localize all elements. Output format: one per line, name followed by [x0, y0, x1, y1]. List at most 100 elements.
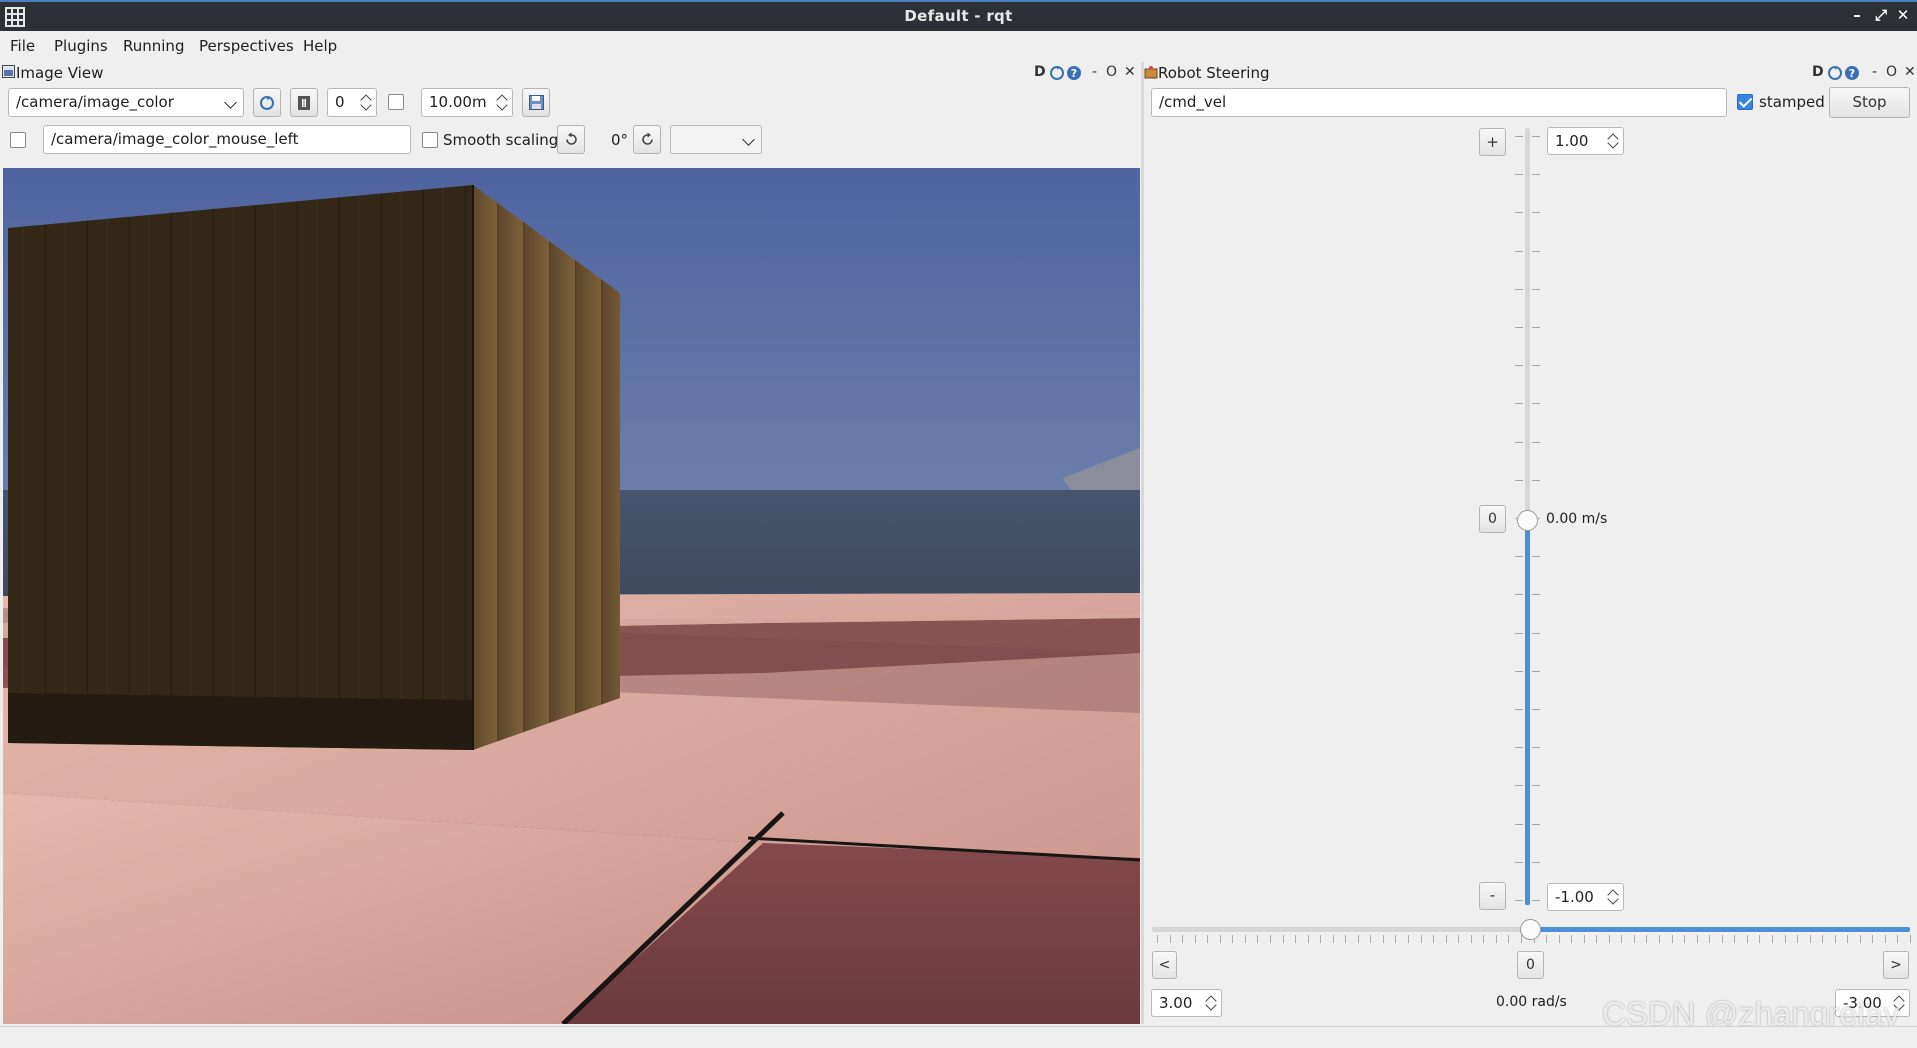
robot-steering-dock-label[interactable]: D	[1812, 64, 1824, 80]
slider-tick	[1532, 900, 1540, 901]
save-image-button[interactable]	[522, 88, 550, 117]
help-icon[interactable]: ?	[1844, 65, 1860, 81]
smooth-scaling-checkbox[interactable]	[422, 132, 438, 148]
slider-tick	[1515, 479, 1523, 481]
slider-tick	[1532, 747, 1540, 749]
minimize-pane-icon[interactable]: -	[1092, 64, 1097, 80]
reload-plugin-icon[interactable]	[1049, 65, 1065, 81]
turn-left-button[interactable]: <	[1152, 951, 1177, 979]
slider-tick	[1470, 935, 1472, 943]
image-view-dock-label[interactable]: D	[1034, 64, 1046, 80]
close-icon[interactable]: ✕	[1894, 6, 1912, 24]
slider-tick	[1495, 935, 1497, 943]
slider-tick	[1515, 632, 1523, 634]
slider-tick	[1633, 935, 1635, 943]
angular-velocity-slider-fill	[1531, 927, 1910, 932]
slider-tick	[1408, 935, 1409, 943]
window-titlebar: Default - rqt – ⤢ ✕	[0, 0, 1917, 31]
rotate-right-icon	[642, 132, 653, 145]
slider-tick	[1571, 935, 1573, 943]
slider-tick	[1194, 935, 1196, 943]
pane-splitter[interactable]	[1141, 62, 1144, 1024]
slider-tick	[1859, 935, 1861, 943]
slider-tick	[1395, 935, 1397, 943]
slider-tick	[1646, 935, 1648, 943]
publish-mouse-checkbox[interactable]	[10, 132, 26, 148]
max-range-field[interactable]: 10.00m	[421, 88, 513, 117]
stamped-checkbox[interactable]	[1737, 94, 1753, 110]
slider-tick	[1621, 935, 1623, 943]
min-linear-field[interactable]: -1.00	[1547, 883, 1624, 911]
slider-tick	[1532, 212, 1540, 214]
close-pane-icon[interactable]: ✕	[1904, 64, 1916, 80]
menu-running[interactable]: Running	[123, 37, 184, 55]
slider-tick	[1608, 935, 1610, 943]
slider-tick	[1515, 785, 1523, 787]
menu-help[interactable]: Help	[303, 37, 337, 55]
slider-tick	[1532, 441, 1540, 443]
slider-tick	[1696, 935, 1698, 943]
slider-tick	[1483, 935, 1485, 943]
cmd-vel-topic-field[interactable]: /cmd_vel	[1151, 88, 1727, 117]
pause-icon	[298, 96, 310, 110]
slider-tick	[1596, 935, 1598, 943]
increase-linear-button[interactable]: +	[1479, 128, 1506, 156]
mouse-topic-field[interactable]: /camera/image_color_mouse_left	[43, 125, 411, 154]
image-view-titlebar: Image View D ? - O ✕	[0, 61, 1140, 85]
stop-button[interactable]: Stop	[1829, 87, 1910, 118]
angular-velocity-readout: 0.00 rad/s	[1496, 994, 1567, 1010]
save-icon	[529, 95, 544, 110]
slider-tick	[1872, 935, 1874, 943]
float-pane-icon[interactable]: O	[1886, 64, 1897, 80]
help-icon[interactable]: ?	[1066, 65, 1082, 81]
robot-steering-plugin-icon	[1144, 66, 1158, 79]
color-scheme-combo[interactable]	[670, 125, 762, 154]
menubar: File Plugins Running Perspectives Help	[0, 31, 1917, 61]
slider-tick	[1370, 935, 1372, 943]
smooth-scaling-label: Smooth scaling	[443, 131, 559, 149]
spin-value: 0	[335, 93, 345, 111]
minimize-pane-icon[interactable]: -	[1872, 64, 1877, 80]
slider-tick	[1546, 935, 1548, 943]
reset-angular-button[interactable]: 0	[1517, 951, 1544, 979]
menu-plugins[interactable]: Plugins	[54, 37, 108, 55]
pause-toggle-button[interactable]	[290, 88, 318, 117]
slider-tick	[1771, 935, 1773, 943]
slider-tick	[1532, 288, 1540, 290]
slider-tick	[1295, 935, 1297, 943]
menu-perspectives[interactable]: Perspectives	[199, 37, 294, 55]
reload-plugin-icon[interactable]	[1827, 65, 1843, 81]
dynamic-range-checkbox[interactable]	[388, 94, 404, 110]
slider-tick	[1445, 935, 1447, 943]
restore-icon[interactable]: ⤢	[1872, 6, 1890, 24]
close-pane-icon[interactable]: ✕	[1124, 64, 1136, 80]
float-pane-icon[interactable]: O	[1106, 64, 1117, 80]
max-angular-field[interactable]: 3.00	[1151, 989, 1222, 1017]
rotate-left-button[interactable]	[557, 125, 585, 154]
slider-tick	[1382, 935, 1384, 943]
refresh-topics-button[interactable]	[253, 88, 281, 117]
slider-tick	[1532, 632, 1540, 634]
angular-velocity-slider-handle[interactable]	[1520, 919, 1541, 940]
slider-tick	[1910, 935, 1911, 943]
slider-tick	[1282, 935, 1284, 943]
max-linear-field[interactable]: 1.00	[1547, 127, 1624, 155]
slider-tick	[1219, 935, 1221, 943]
reset-linear-button[interactable]: 0	[1479, 505, 1506, 533]
linear-velocity-slider-handle[interactable]	[1517, 510, 1538, 531]
decrease-linear-button[interactable]: -	[1479, 882, 1506, 910]
slider-tick	[1659, 935, 1660, 943]
slider-tick	[1420, 935, 1422, 943]
minimize-icon[interactable]: –	[1848, 6, 1866, 24]
rotate-right-button[interactable]	[633, 125, 661, 154]
image-topic-combo[interactable]: /camera/image_color	[8, 88, 244, 117]
slider-tick	[1532, 365, 1540, 367]
slider-tick	[1671, 935, 1673, 943]
menu-file[interactable]: File	[10, 37, 35, 55]
spin-value-field[interactable]: 0	[327, 88, 377, 117]
slider-tick	[1532, 479, 1540, 481]
slider-tick	[1583, 935, 1585, 943]
camera-image[interactable]	[3, 168, 1140, 1024]
slider-tick	[1709, 935, 1711, 943]
turn-right-button[interactable]: >	[1883, 951, 1909, 979]
